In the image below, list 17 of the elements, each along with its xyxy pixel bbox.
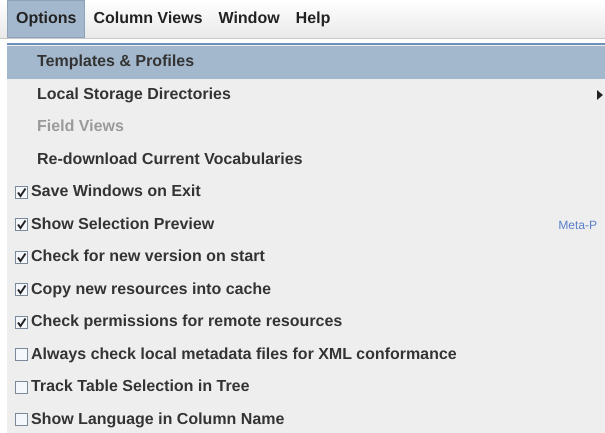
checkbox-menu-item[interactable]: Track Table Selection in Tree bbox=[7, 371, 605, 404]
checkbox-menu-item[interactable]: Show Language in Column Name bbox=[7, 404, 605, 433]
menu-item[interactable]: Re-download Current Vocabularies bbox=[7, 144, 605, 176]
shortcut-label: Meta-P bbox=[558, 216, 597, 234]
checkbox-menu-item[interactable]: Show Selection Preview Meta-P bbox=[7, 208, 605, 241]
menu-bar-item[interactable]: Options bbox=[7, 0, 86, 38]
checkbox-menu-item[interactable]: Copy new resources into cache bbox=[7, 274, 605, 306]
menu-item[interactable]: Templates & Profiles bbox=[7, 46, 605, 78]
menu-bar-item[interactable]: Column Views bbox=[85, 0, 210, 38]
checkbox-menu-item[interactable]: Check for new version on start bbox=[7, 241, 605, 274]
checkbox-menu-item[interactable]: Check permissions for remote resources bbox=[7, 306, 605, 338]
checkbox-menu-item[interactable]: Always check local metadata files for XML conformance bbox=[7, 338, 605, 371]
menu-bar-item[interactable]: Window bbox=[210, 0, 288, 38]
menu-item[interactable]: Local Storage Directories bbox=[7, 78, 605, 111]
checkbox-menu-item[interactable]: Save Windows on Exit bbox=[7, 176, 605, 208]
menu-bar-item[interactable]: Help bbox=[288, 0, 338, 38]
submenu-arrow-icon bbox=[597, 90, 603, 100]
